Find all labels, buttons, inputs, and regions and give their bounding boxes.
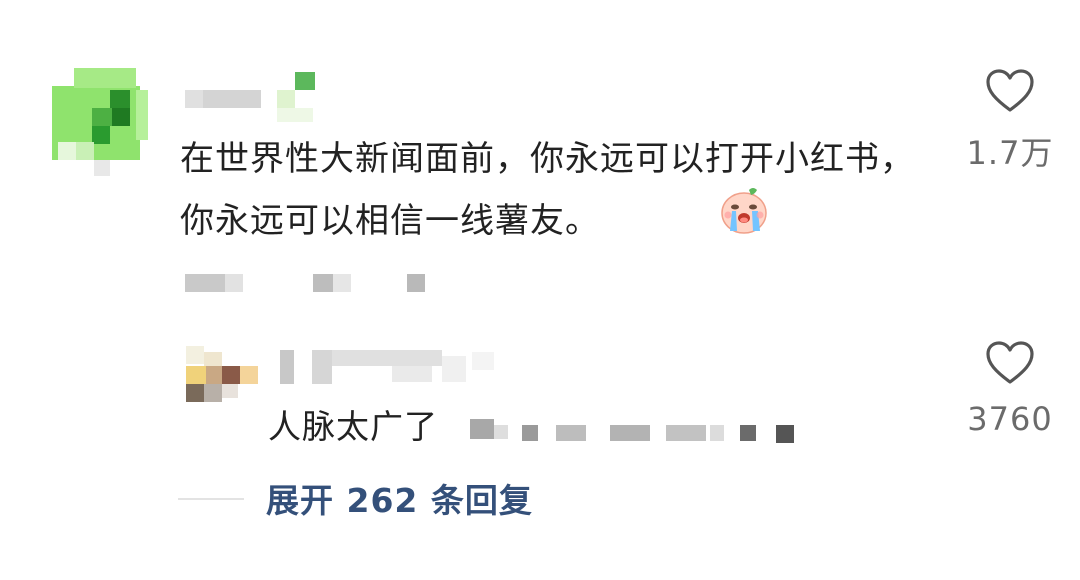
reply-like-button[interactable]: 3760 <box>955 340 1065 438</box>
avatar[interactable] <box>52 68 152 178</box>
comment-meta-blurred <box>185 274 445 294</box>
comment-text: 在世界性大新闻面前，你永远可以打开小红书，你永远可以相信一线薯友。 <box>180 139 915 241</box>
like-count: 1.7万 <box>966 134 1054 172</box>
username-blurred[interactable] <box>185 72 320 122</box>
reply-text: 人脉太广了 <box>268 407 438 446</box>
reply-text-blurred <box>470 415 800 445</box>
expand-replies-button[interactable]: 展开 262 条回复 <box>266 476 533 526</box>
reply-username-blurred[interactable] <box>272 346 512 386</box>
crying-face-emoji-icon <box>718 184 770 236</box>
divider <box>178 498 244 500</box>
reply-avatar[interactable] <box>180 346 270 406</box>
like-button[interactable]: 1.7万 <box>955 68 1065 174</box>
reply-like-count: 3760 <box>967 400 1053 438</box>
heart-icon <box>986 341 1034 384</box>
heart-icon <box>986 69 1034 112</box>
